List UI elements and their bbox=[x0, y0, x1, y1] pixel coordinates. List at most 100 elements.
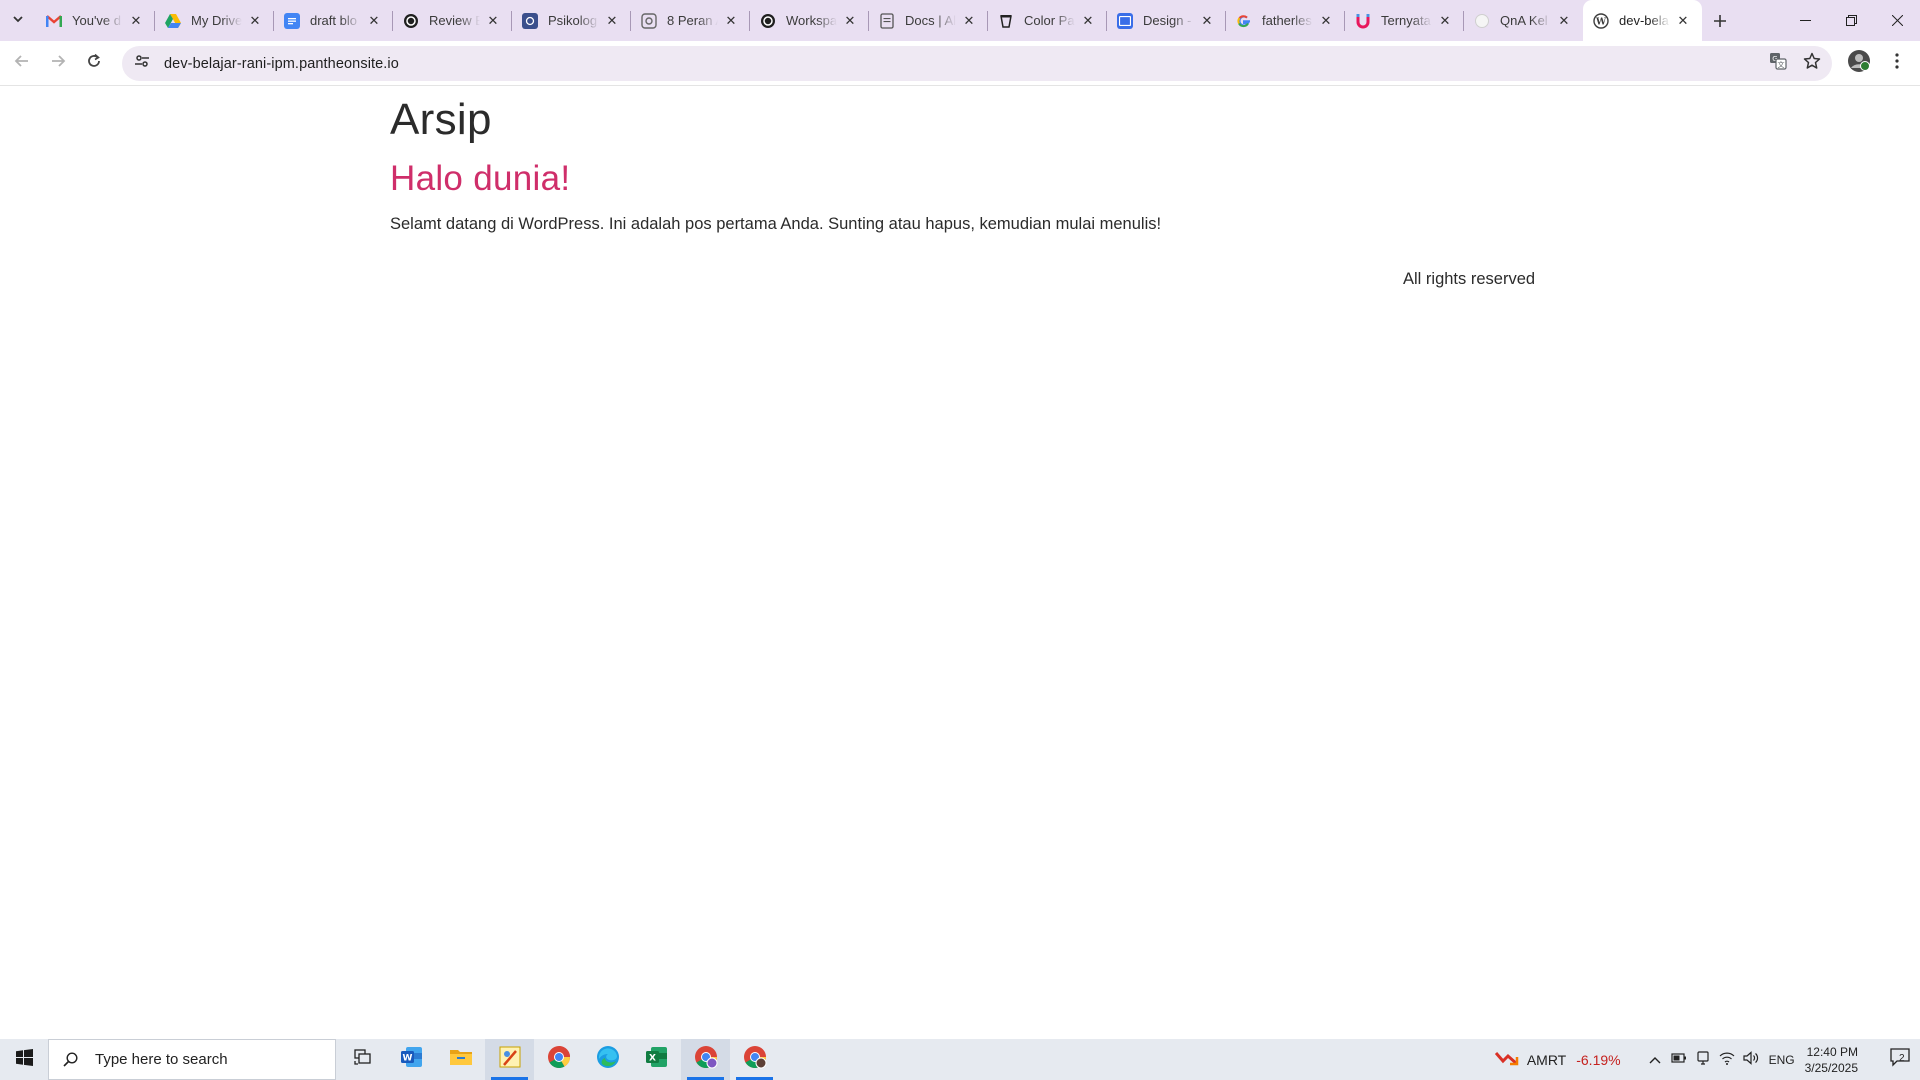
tab-gmail[interactable]: You've d ✕ bbox=[36, 0, 155, 41]
close-icon[interactable]: ✕ bbox=[841, 12, 859, 30]
tab-title: 8 Peran A bbox=[667, 13, 718, 28]
close-icon[interactable]: ✕ bbox=[1674, 12, 1692, 30]
clock[interactable]: 12:40 PM 3/25/2025 bbox=[1805, 1044, 1858, 1076]
close-icon[interactable]: ✕ bbox=[603, 12, 621, 30]
minimize-button[interactable] bbox=[1782, 0, 1828, 41]
arrow-right-icon bbox=[50, 53, 66, 74]
language-indicator[interactable]: ENG bbox=[1769, 1053, 1795, 1067]
close-window-button[interactable] bbox=[1874, 0, 1920, 41]
browser-menu-button[interactable] bbox=[1882, 48, 1912, 78]
minimize-icon bbox=[1799, 13, 1811, 29]
taskbar-paint[interactable] bbox=[485, 1039, 534, 1080]
tab-title: Review B bbox=[429, 13, 480, 28]
stock-trend-icon bbox=[1494, 1050, 1519, 1069]
taskbar-word[interactable]: W bbox=[387, 1039, 436, 1080]
close-icon[interactable]: ✕ bbox=[365, 12, 383, 30]
url-text[interactable]: dev-belajar-rani-ipm.pantheonsite.io bbox=[164, 56, 399, 72]
bookmark-button[interactable] bbox=[1798, 50, 1826, 78]
close-icon bbox=[1891, 13, 1903, 29]
chevron-up-icon bbox=[1649, 1052, 1661, 1067]
tab-ternyata[interactable]: Ternyata ✕ bbox=[1345, 0, 1464, 41]
tab-title: Psikolog bbox=[548, 13, 598, 28]
close-icon[interactable]: ✕ bbox=[1198, 12, 1216, 30]
volume-button[interactable] bbox=[1739, 1039, 1763, 1080]
battery-button[interactable] bbox=[1667, 1039, 1691, 1080]
speaker-icon bbox=[1742, 1051, 1759, 1068]
meet-now-button[interactable] bbox=[1691, 1039, 1715, 1080]
back-button[interactable] bbox=[4, 45, 40, 81]
restore-icon bbox=[1845, 13, 1857, 29]
close-icon[interactable]: ✕ bbox=[1317, 12, 1335, 30]
windows-logo-icon bbox=[15, 1048, 33, 1071]
canva-icon bbox=[998, 13, 1014, 29]
stock-widget[interactable]: AMRT -6.19% bbox=[1494, 1050, 1621, 1069]
site-info-button[interactable] bbox=[126, 48, 158, 80]
microsoft-excel-icon: X bbox=[645, 1045, 669, 1074]
close-icon[interactable]: ✕ bbox=[1436, 12, 1454, 30]
action-center-button[interactable]: 2 bbox=[1880, 1039, 1920, 1080]
close-icon[interactable]: ✕ bbox=[960, 12, 978, 30]
post-excerpt: Selamt datang di WordPress. Ini adalah p… bbox=[390, 215, 1162, 233]
taskbar-chrome-profile-1[interactable] bbox=[681, 1039, 730, 1080]
close-icon[interactable]: ✕ bbox=[1079, 12, 1097, 30]
tab-color-palette[interactable]: Color Pal ✕ bbox=[988, 0, 1107, 41]
archive-title: Arsip bbox=[390, 95, 492, 144]
restore-button[interactable] bbox=[1828, 0, 1874, 41]
close-icon[interactable]: ✕ bbox=[484, 12, 502, 30]
taskbar-chrome[interactable] bbox=[534, 1039, 583, 1080]
website-icon bbox=[522, 12, 538, 29]
tab-qna[interactable]: QnA Kel ✕ bbox=[1464, 0, 1583, 41]
tab-review[interactable]: Review B ✕ bbox=[393, 0, 512, 41]
svg-text:文: 文 bbox=[1778, 60, 1785, 69]
battery-icon bbox=[1670, 1052, 1687, 1067]
taskbar-chrome-profile-2[interactable] bbox=[730, 1039, 779, 1080]
svg-text:W: W bbox=[402, 1054, 412, 1064]
taskbar-edge[interactable] bbox=[583, 1039, 632, 1080]
stock-change: -6.19% bbox=[1576, 1051, 1621, 1068]
tab-google-docs[interactable]: draft blo ✕ bbox=[274, 0, 393, 41]
stock-name: AMRT bbox=[1526, 1051, 1567, 1068]
folder-icon bbox=[449, 1047, 473, 1072]
address-bar[interactable]: dev-belajar-rani-ipm.pantheonsite.io G文 bbox=[122, 46, 1832, 81]
chrome-profile-icon bbox=[694, 1045, 718, 1074]
taskbar-excel[interactable]: X bbox=[632, 1039, 681, 1080]
search-icon bbox=[61, 1051, 79, 1069]
tab-title: QnA Kel bbox=[1500, 13, 1548, 28]
close-icon[interactable]: ✕ bbox=[1555, 12, 1573, 30]
close-icon[interactable]: ✕ bbox=[246, 12, 264, 30]
new-tab-button[interactable] bbox=[1702, 0, 1738, 41]
chrome-icon bbox=[547, 1045, 571, 1074]
translate-button[interactable]: G文 bbox=[1764, 50, 1792, 78]
taskbar-file-explorer[interactable] bbox=[436, 1039, 485, 1080]
network-button[interactable] bbox=[1715, 1039, 1739, 1080]
show-hidden-icons-button[interactable] bbox=[1643, 1039, 1667, 1080]
tab-google-search[interactable]: fatherles ✕ bbox=[1226, 0, 1345, 41]
post-title-link[interactable]: Halo dunia! bbox=[390, 159, 570, 199]
tab-title: Ternyata bbox=[1381, 13, 1431, 28]
taskbar-search-box[interactable]: Type here to search bbox=[48, 1039, 336, 1080]
task-view-button[interactable] bbox=[338, 1039, 387, 1080]
tab-8-peran[interactable]: 8 Peran A ✕ bbox=[631, 0, 750, 41]
window-controls bbox=[1782, 0, 1920, 41]
tab-docs-ai[interactable]: Docs | Al ✕ bbox=[869, 0, 988, 41]
close-icon[interactable]: ✕ bbox=[127, 12, 145, 30]
start-button[interactable] bbox=[0, 1039, 48, 1080]
wordpress-icon: W bbox=[1593, 12, 1609, 29]
footer-copyright: All rights reserved bbox=[1403, 270, 1536, 288]
tab-google-drive[interactable]: My Drive ✕ bbox=[155, 0, 274, 41]
forward-button[interactable] bbox=[40, 45, 76, 81]
tab-psikolog[interactable]: Psikolog ✕ bbox=[512, 0, 631, 41]
svg-text:W: W bbox=[1595, 17, 1607, 27]
tab-title: fatherles bbox=[1262, 13, 1312, 28]
google-drive-icon bbox=[165, 13, 181, 29]
reload-button[interactable] bbox=[76, 45, 112, 81]
tab-search-button[interactable] bbox=[0, 0, 36, 41]
tab-design[interactable]: Design - ✕ bbox=[1107, 0, 1226, 41]
tab-dev-belajar[interactable]: W dev-bela ✕ bbox=[1583, 0, 1702, 41]
tab-list: You've d ✕ My Drive ✕ draft blo ✕ Review… bbox=[36, 0, 1702, 41]
tab-workspace[interactable]: Workspa ✕ bbox=[750, 0, 869, 41]
edge-icon bbox=[596, 1045, 620, 1074]
tab-title: dev-bela bbox=[1619, 13, 1669, 28]
profile-button[interactable] bbox=[1844, 48, 1874, 78]
close-icon[interactable]: ✕ bbox=[722, 12, 740, 30]
